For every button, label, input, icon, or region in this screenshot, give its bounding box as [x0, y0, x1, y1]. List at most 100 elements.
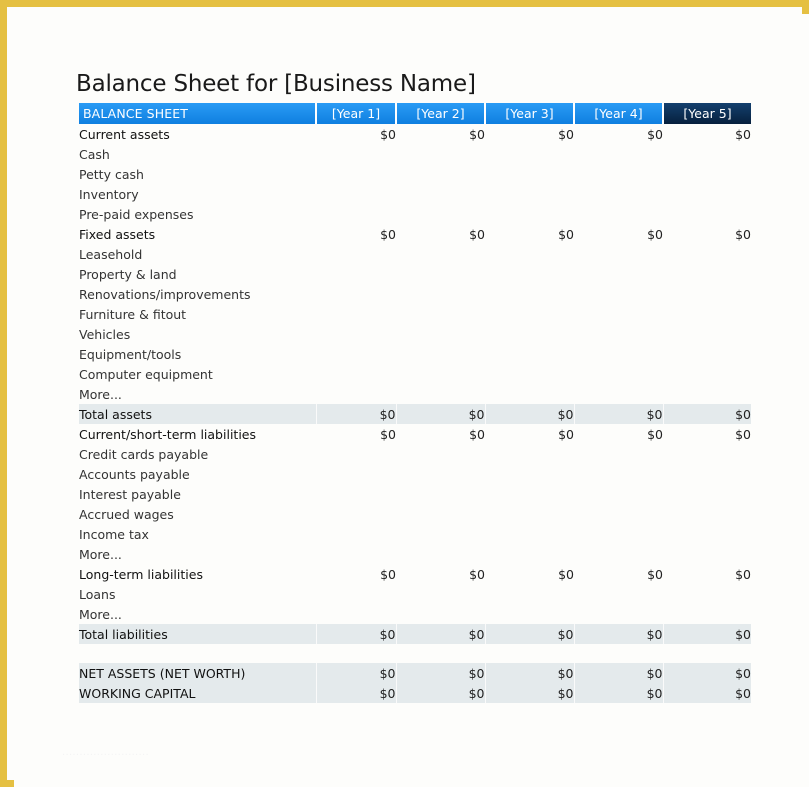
row-value-cell[interactable]: $0	[574, 663, 664, 683]
row-value-cell[interactable]	[316, 344, 396, 364]
row-value-cell[interactable]	[485, 244, 574, 264]
row-value-cell[interactable]	[316, 444, 396, 464]
row-value-cell[interactable]	[574, 184, 663, 204]
row-value-cell[interactable]	[396, 504, 485, 524]
row-value-cell[interactable]	[316, 264, 396, 284]
row-value-cell[interactable]: $0	[485, 683, 575, 703]
row-label[interactable]: Current/short-term liabilities	[79, 424, 316, 444]
row-value-cell[interactable]	[396, 524, 485, 544]
row-value-cell[interactable]	[316, 304, 396, 324]
row-value-cell[interactable]	[485, 264, 574, 284]
row-label[interactable]: Renovations/improvements	[79, 284, 316, 304]
column-header-year-2[interactable]: [Year 2]	[396, 103, 486, 124]
row-value-cell[interactable]	[396, 544, 485, 564]
row-value-cell[interactable]	[316, 284, 396, 304]
row-value-cell[interactable]	[663, 544, 751, 564]
row-value-cell[interactable]	[663, 264, 751, 284]
row-value-cell[interactable]: $0	[485, 124, 574, 144]
row-value-cell[interactable]	[574, 284, 663, 304]
row-value-cell[interactable]	[485, 524, 574, 544]
row-value-cell[interactable]: $0	[316, 663, 397, 683]
row-value-cell[interactable]	[316, 504, 396, 524]
row-value-cell[interactable]	[396, 604, 485, 624]
row-label[interactable]: Current assets	[79, 124, 316, 144]
row-value-cell[interactable]	[316, 164, 396, 184]
row-value-cell[interactable]	[316, 484, 396, 504]
row-value-cell[interactable]	[663, 244, 751, 264]
row-value-cell[interactable]	[574, 204, 663, 224]
row-value-cell[interactable]	[485, 324, 574, 344]
column-header-year-5[interactable]: [Year 5]	[663, 103, 751, 124]
row-value-cell[interactable]	[663, 184, 751, 204]
row-value-cell[interactable]	[574, 384, 663, 404]
row-value-cell[interactable]: $0	[574, 124, 663, 144]
row-value-cell[interactable]: $0	[485, 564, 574, 584]
row-value-cell[interactable]	[396, 204, 485, 224]
row-value-cell[interactable]	[574, 444, 663, 464]
row-label[interactable]: Property & land	[79, 264, 316, 284]
row-label[interactable]: Equipment/tools	[79, 344, 316, 364]
row-label[interactable]: More...	[79, 384, 316, 404]
row-value-cell[interactable]: $0	[574, 404, 664, 424]
row-value-cell[interactable]	[663, 164, 751, 184]
row-label[interactable]: Vehicles	[79, 324, 316, 344]
row-value-cell[interactable]: $0	[663, 683, 751, 703]
row-label[interactable]: More...	[79, 604, 316, 624]
row-value-cell[interactable]	[663, 344, 751, 364]
row-value-cell[interactable]	[316, 544, 396, 564]
row-value-cell[interactable]	[316, 604, 396, 624]
row-value-cell[interactable]	[663, 364, 751, 384]
row-value-cell[interactable]: $0	[316, 624, 397, 644]
row-value-cell[interactable]	[485, 384, 574, 404]
row-value-cell[interactable]	[485, 544, 574, 564]
row-label[interactable]: WORKING CAPITAL	[79, 683, 317, 703]
row-label[interactable]: Income tax	[79, 524, 316, 544]
row-value-cell[interactable]	[574, 504, 663, 524]
row-value-cell[interactable]	[485, 284, 574, 304]
row-value-cell[interactable]: $0	[396, 683, 486, 703]
row-value-cell[interactable]: $0	[396, 224, 485, 244]
row-value-cell[interactable]	[663, 284, 751, 304]
row-label[interactable]: Accounts payable	[79, 464, 316, 484]
row-value-cell[interactable]	[485, 464, 574, 484]
row-value-cell[interactable]	[663, 604, 751, 624]
row-label[interactable]: Interest payable	[79, 484, 316, 504]
row-value-cell[interactable]	[316, 144, 396, 164]
row-value-cell[interactable]	[485, 504, 574, 524]
row-value-cell[interactable]	[485, 584, 574, 604]
row-value-cell[interactable]	[663, 484, 751, 504]
row-value-cell[interactable]	[396, 284, 485, 304]
row-value-cell[interactable]: $0	[574, 624, 664, 644]
row-value-cell[interactable]: $0	[574, 564, 663, 584]
row-value-cell[interactable]	[396, 324, 485, 344]
row-label[interactable]: Long-term liabilities	[79, 564, 316, 584]
row-value-cell[interactable]	[316, 524, 396, 544]
row-label[interactable]: More...	[79, 544, 316, 564]
row-value-cell[interactable]	[574, 604, 663, 624]
row-value-cell[interactable]	[574, 144, 663, 164]
row-value-cell[interactable]	[316, 324, 396, 344]
row-value-cell[interactable]	[396, 184, 485, 204]
row-value-cell[interactable]	[396, 464, 485, 484]
row-value-cell[interactable]: $0	[485, 424, 574, 444]
row-value-cell[interactable]	[574, 484, 663, 504]
row-value-cell[interactable]	[485, 164, 574, 184]
row-value-cell[interactable]	[574, 264, 663, 284]
row-value-cell[interactable]	[485, 304, 574, 324]
row-value-cell[interactable]	[663, 304, 751, 324]
row-label[interactable]: Loans	[79, 584, 316, 604]
row-label[interactable]: Cash	[79, 144, 316, 164]
row-value-cell[interactable]: $0	[663, 424, 751, 444]
row-value-cell[interactable]	[396, 444, 485, 464]
row-label[interactable]: Pre-paid expenses	[79, 204, 316, 224]
row-value-cell[interactable]: $0	[485, 404, 575, 424]
row-value-cell[interactable]: $0	[396, 124, 485, 144]
row-value-cell[interactable]: $0	[485, 224, 574, 244]
row-value-cell[interactable]	[663, 324, 751, 344]
row-value-cell[interactable]: $0	[316, 404, 397, 424]
row-value-cell[interactable]: $0	[396, 404, 486, 424]
row-label[interactable]: NET ASSETS (NET WORTH)	[79, 663, 317, 683]
row-value-cell[interactable]	[396, 584, 485, 604]
row-value-cell[interactable]	[396, 144, 485, 164]
row-value-cell[interactable]	[485, 364, 574, 384]
